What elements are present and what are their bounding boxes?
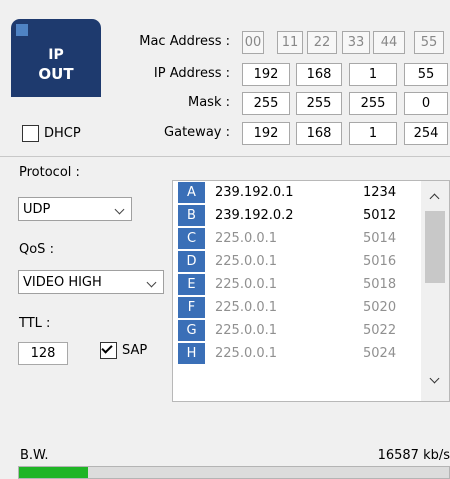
- bandwidth-fill: [19, 467, 88, 478]
- row-port: 5018: [363, 277, 397, 292]
- chevron-down-icon: [146, 277, 157, 288]
- scroll-up-button[interactable]: [421, 187, 449, 207]
- table-scrollbar[interactable]: [421, 181, 449, 401]
- dhcp-checkbox[interactable]: [22, 125, 39, 142]
- row-port: 5022: [363, 323, 397, 338]
- mask-octet-2[interactable]: 255: [296, 92, 342, 115]
- row-letter: B: [178, 205, 205, 226]
- row-letter: C: [178, 228, 205, 249]
- mask-octet-3[interactable]: 255: [349, 92, 397, 115]
- gateway-octet-4[interactable]: 254: [404, 122, 448, 145]
- table-row[interactable]: E 225.0.0.1 5018: [173, 273, 423, 295]
- gateway-label: Gateway :: [164, 125, 230, 140]
- sap-label: SAP: [122, 343, 148, 358]
- badge-line2: OUT: [38, 65, 74, 83]
- table-row[interactable]: F 225.0.0.1 5020: [173, 296, 423, 318]
- row-port: 5014: [363, 231, 397, 246]
- mac-address-label: Mac Address :: [139, 34, 230, 49]
- table-row[interactable]: H 225.0.0.1 5024: [173, 342, 423, 364]
- ttl-label: TTL :: [19, 316, 51, 331]
- scroll-thumb[interactable]: [425, 211, 445, 283]
- row-letter: D: [178, 251, 205, 272]
- table-row[interactable]: B 239.192.0.2 5012: [173, 204, 423, 226]
- row-ip: 225.0.0.1: [215, 346, 278, 361]
- mask-octet-4[interactable]: 0: [404, 92, 448, 115]
- chevron-down-icon: [429, 373, 440, 384]
- stream-table[interactable]: A 239.192.0.1 1234 B 239.192.0.2 5012 C …: [172, 180, 450, 402]
- table-row[interactable]: C 225.0.0.1 5014: [173, 227, 423, 249]
- row-port: 5020: [363, 300, 397, 315]
- protocol-select[interactable]: UDP: [18, 197, 132, 221]
- bandwidth-value: 16587 kb/s: [377, 448, 450, 463]
- row-letter: H: [178, 343, 205, 364]
- ip-octet-3[interactable]: 1: [349, 63, 397, 86]
- protocol-label: Protocol :: [19, 165, 80, 180]
- row-ip: 225.0.0.1: [215, 323, 278, 338]
- row-letter: G: [178, 320, 205, 341]
- mac-octet-1: 00: [242, 31, 264, 54]
- ttl-input[interactable]: 128: [18, 342, 68, 365]
- badge-square-icon: [16, 24, 28, 36]
- row-port: 5024: [363, 346, 397, 361]
- scroll-down-button[interactable]: [421, 371, 449, 391]
- mac-octet-3: 22: [307, 31, 337, 54]
- table-row[interactable]: G 225.0.0.1 5022: [173, 319, 423, 341]
- row-port: 5012: [363, 208, 397, 223]
- ip-out-badge: IP OUT: [11, 19, 101, 97]
- mac-octet-5: 44: [373, 31, 405, 54]
- mask-octet-1[interactable]: 255: [242, 92, 290, 115]
- gateway-octet-1[interactable]: 192: [242, 122, 290, 145]
- row-ip: 225.0.0.1: [215, 254, 278, 269]
- row-port: 5016: [363, 254, 397, 269]
- row-ip: 239.192.0.1: [215, 185, 294, 200]
- gateway-octet-3[interactable]: 1: [349, 122, 397, 145]
- row-letter: A: [178, 182, 205, 203]
- qos-value: VIDEO HIGH: [23, 275, 102, 290]
- mask-label: Mask :: [188, 95, 230, 110]
- row-port: 1234: [363, 185, 397, 200]
- mac-octet-4: 33: [342, 31, 370, 54]
- divider: [0, 156, 450, 157]
- ip-octet-4[interactable]: 55: [404, 63, 448, 86]
- ip-octet-1[interactable]: 192: [242, 63, 290, 86]
- bandwidth-label: B.W.: [20, 448, 49, 463]
- row-ip: 225.0.0.1: [215, 300, 278, 315]
- row-letter: F: [178, 297, 205, 318]
- dhcp-label: DHCP: [44, 126, 81, 141]
- ip-octet-2[interactable]: 168: [296, 63, 342, 86]
- gateway-octet-2[interactable]: 168: [296, 122, 342, 145]
- table-row[interactable]: D 225.0.0.1 5016: [173, 250, 423, 272]
- protocol-value: UDP: [23, 202, 51, 217]
- bandwidth-bar: [18, 466, 450, 479]
- table-row[interactable]: A 239.192.0.1 1234: [173, 181, 423, 203]
- qos-select[interactable]: VIDEO HIGH: [18, 270, 164, 294]
- chevron-up-icon: [429, 193, 440, 204]
- qos-label: QoS :: [19, 242, 54, 257]
- sap-checkbox[interactable]: [100, 342, 117, 359]
- row-ip: 225.0.0.1: [215, 277, 278, 292]
- mac-octet-2: 11: [277, 31, 303, 54]
- ip-address-label: IP Address :: [153, 66, 230, 81]
- row-ip: 225.0.0.1: [215, 231, 278, 246]
- badge-line1: IP: [48, 47, 64, 63]
- chevron-down-icon: [114, 204, 125, 215]
- row-ip: 239.192.0.2: [215, 208, 294, 223]
- mac-octet-6: 55: [414, 31, 444, 54]
- row-letter: E: [178, 274, 205, 295]
